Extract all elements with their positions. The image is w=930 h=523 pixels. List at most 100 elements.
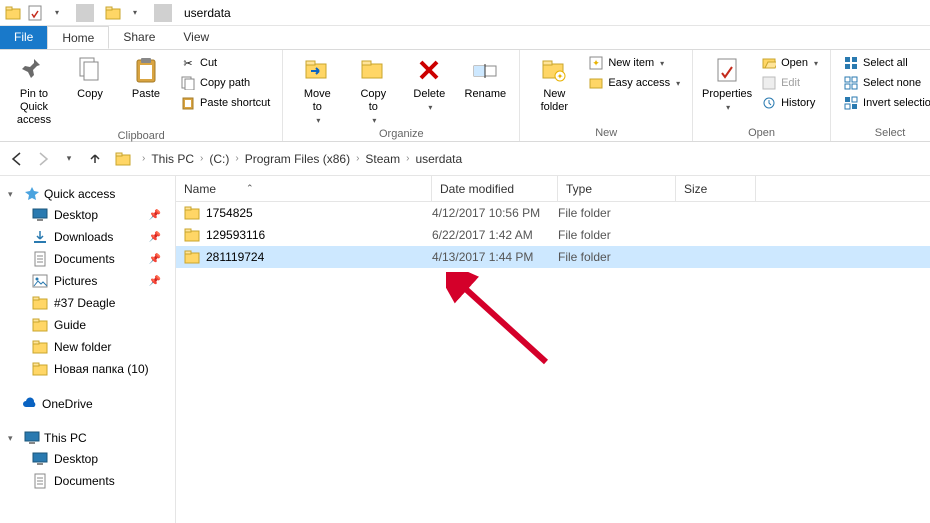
properties-button[interactable]: Properties▾ — [703, 54, 751, 113]
sidebar-item[interactable]: Pictures📌 — [4, 270, 171, 292]
history-button[interactable]: History — [759, 94, 820, 112]
file-date: 4/13/2017 1:44 PM — [432, 250, 558, 264]
chevron-down-icon: ▾ — [726, 103, 730, 113]
sidebar-item[interactable]: New folder — [4, 336, 171, 358]
recent-locations-button[interactable]: ▾ — [58, 148, 80, 170]
chevron-right-icon[interactable]: › — [200, 153, 203, 164]
cut-button[interactable]: ✂Cut — [178, 54, 272, 72]
file-row[interactable]: 2811197244/13/2017 1:44 PMFile folder — [176, 246, 930, 268]
svg-text:✦: ✦ — [593, 58, 601, 68]
column-header-size[interactable]: Size — [676, 176, 756, 201]
copy-to-button[interactable]: Copy to▾ — [349, 54, 397, 126]
group-label-new: New — [530, 125, 682, 139]
sidebar-item[interactable]: Documents — [4, 470, 171, 492]
delete-button[interactable]: Delete▾ — [405, 54, 453, 113]
monitor-icon — [24, 430, 40, 446]
tab-view[interactable]: View — [169, 26, 223, 49]
chevron-down-icon: ▾ — [676, 79, 680, 88]
sidebar-item[interactable]: Downloads📌 — [4, 226, 171, 248]
copy-button[interactable]: Copy — [66, 54, 114, 101]
file-row[interactable]: 1295931166/22/2017 1:42 AMFile folder — [176, 224, 930, 246]
sidebar-item[interactable]: Новая папка (10) — [4, 358, 171, 380]
chevron-down-icon: ▾ — [316, 116, 320, 126]
sidebar-item[interactable]: Documents📌 — [4, 248, 171, 270]
breadcrumb[interactable]: › This PC› (C:)› Program Files (x86)› St… — [110, 147, 924, 171]
separator — [154, 4, 172, 22]
title-dropdown-icon[interactable]: ▾ — [126, 4, 144, 22]
navigation-pane[interactable]: ▾ Quick access Desktop📌Downloads📌Documen… — [0, 176, 176, 523]
chevron-right-icon[interactable]: › — [142, 153, 145, 164]
new-folder-button[interactable]: ✦ New folder — [530, 54, 578, 114]
chevron-down-icon[interactable]: ▾ — [8, 433, 20, 444]
edit-button: Edit — [759, 74, 820, 92]
column-header-date[interactable]: Date modified — [432, 176, 558, 201]
rename-button[interactable]: Rename — [461, 54, 509, 101]
new-item-icon: ✦ — [588, 55, 604, 71]
new-item-button[interactable]: ✦New item▾ — [586, 54, 682, 72]
folder-icon — [184, 227, 200, 243]
picture-icon — [32, 273, 48, 289]
open-button[interactable]: Open▾ — [759, 54, 820, 72]
breadcrumb-item[interactable]: Program Files (x86)› — [245, 152, 366, 166]
file-type: File folder — [558, 206, 676, 220]
sidebar-item-label: Downloads — [54, 230, 113, 244]
ribbon-group-organize: Move to▾ Copy to▾ Delete▾ Rename Organiz… — [283, 50, 520, 141]
move-to-icon — [301, 54, 333, 86]
sidebar-item[interactable]: #37 Deagle — [4, 292, 171, 314]
column-header-type[interactable]: Type — [558, 176, 676, 201]
scissors-icon: ✂ — [180, 55, 196, 71]
select-all-button[interactable]: Select all — [841, 54, 930, 72]
sidebar-item[interactable]: Desktop — [4, 448, 171, 470]
select-all-icon — [843, 55, 859, 71]
pin-to-quick-access-button[interactable]: Pin to Quick access — [10, 54, 58, 128]
pin-icon: 📌 — [149, 210, 161, 221]
copy-to-icon — [357, 54, 389, 86]
file-row[interactable]: 17548254/12/2017 10:56 PMFile folder — [176, 202, 930, 224]
rename-icon — [469, 54, 501, 86]
file-list[interactable]: 17548254/12/2017 10:56 PMFile folder1295… — [176, 202, 930, 523]
chevron-right-icon[interactable]: › — [406, 153, 409, 164]
tab-share[interactable]: Share — [109, 26, 169, 49]
paste-shortcut-button[interactable]: Paste shortcut — [178, 94, 272, 112]
chevron-down-icon: ▾ — [660, 59, 664, 68]
file-name: 129593116 — [206, 228, 265, 242]
properties-icon — [711, 54, 743, 86]
copy-path-button[interactable]: Copy path — [178, 74, 272, 92]
column-headers: Name⌃ Date modified Type Size — [176, 176, 930, 202]
column-header-name[interactable]: Name⌃ — [176, 176, 432, 201]
invert-selection-button[interactable]: Invert selection — [841, 94, 930, 112]
folder-icon — [104, 4, 122, 22]
ribbon: Pin to Quick access Copy Paste ✂Cut Copy… — [0, 50, 930, 142]
paste-icon — [130, 54, 162, 86]
sidebar-onedrive[interactable]: OneDrive — [4, 394, 171, 414]
select-none-button[interactable]: Select none — [841, 74, 930, 92]
breadcrumb-item[interactable]: This PC› — [151, 152, 209, 166]
sidebar-quick-access[interactable]: ▾ Quick access — [4, 184, 171, 204]
pin-icon — [18, 54, 50, 86]
paste-button[interactable]: Paste — [122, 54, 170, 101]
breadcrumb-item[interactable]: Steam› — [365, 152, 415, 166]
group-label-open: Open — [703, 125, 820, 139]
tab-file[interactable]: File — [0, 26, 47, 49]
properties-icon[interactable] — [26, 4, 44, 22]
chevron-down-icon: ▾ — [372, 116, 376, 126]
chevron-right-icon[interactable]: › — [356, 153, 359, 164]
file-list-pane[interactable]: Name⌃ Date modified Type Size 17548254/1… — [176, 176, 930, 523]
easy-access-button[interactable]: Easy access▾ — [586, 74, 682, 92]
sidebar-this-pc[interactable]: ▾ This PC — [4, 428, 171, 448]
sidebar-item-label: Guide — [54, 318, 86, 332]
breadcrumb-item[interactable]: (C:)› — [209, 152, 244, 166]
ribbon-group-clipboard: Pin to Quick access Copy Paste ✂Cut Copy… — [0, 50, 283, 141]
breadcrumb-item[interactable]: userdata — [415, 152, 462, 166]
qat-dropdown-icon[interactable]: ▾ — [48, 4, 66, 22]
forward-button[interactable] — [32, 148, 54, 170]
chevron-right-icon[interactable]: › — [235, 153, 238, 164]
tab-home[interactable]: Home — [47, 26, 109, 49]
back-button[interactable] — [6, 148, 28, 170]
sidebar-item[interactable]: Desktop📌 — [4, 204, 171, 226]
up-button[interactable] — [84, 148, 106, 170]
chevron-down-icon[interactable]: ▾ — [8, 189, 20, 200]
sidebar-item-label: Pictures — [54, 274, 97, 288]
move-to-button[interactable]: Move to▾ — [293, 54, 341, 126]
sidebar-item[interactable]: Guide — [4, 314, 171, 336]
